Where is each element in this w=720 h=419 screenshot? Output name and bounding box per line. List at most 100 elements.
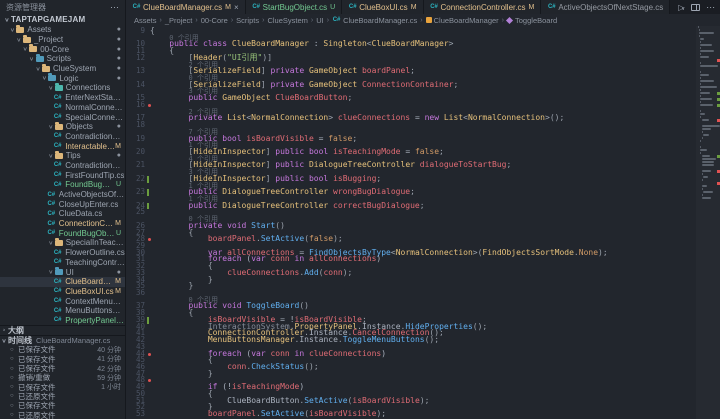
- tree-item[interactable]: C#FoundBugObjectTip...U: [0, 180, 125, 190]
- chevron-down-icon: ∨: [40, 75, 48, 81]
- line-number[interactable]: 23: [126, 189, 150, 196]
- tree-item-label: SpecialInTeaching: [66, 238, 125, 247]
- code-text: public GameObject ClueBoardButton;: [150, 95, 352, 102]
- code-text: {: [150, 48, 174, 55]
- line-number[interactable]: 14: [126, 82, 150, 89]
- line-number[interactable]: 36: [126, 290, 150, 297]
- line-number[interactable]: 20: [126, 149, 150, 156]
- tree-folder-scripts[interactable]: ∨Scripts●: [0, 54, 125, 64]
- tab-ConnectionController.cs[interactable]: C#ConnectionController.csM: [424, 0, 542, 14]
- tree-folder-specialinteaching[interactable]: ∨SpecialInTeaching: [0, 238, 125, 248]
- breadcrumb-symbol[interactable]: ToggleBoard: [515, 16, 557, 25]
- tree-item[interactable]: C#ConnectionControlle...M: [0, 219, 125, 229]
- tree-item[interactable]: C#ClueBoardManager.csM: [0, 277, 125, 287]
- line-number[interactable]: 13: [126, 68, 150, 75]
- code-text: {: [150, 28, 155, 35]
- code-line[interactable]: 10public class ClueBoardManager : Single…: [126, 41, 696, 48]
- code-line[interactable]: 26private void Start(): [126, 223, 696, 230]
- code-editor[interactable]: 9{0 个引用10public class ClueBoardManager :…: [126, 26, 696, 419]
- line-number[interactable]: 21: [126, 162, 150, 169]
- csharp-file-icon: C#: [132, 4, 141, 10]
- code-line[interactable]: 17private List<NormalConnection> clueCon…: [126, 115, 696, 122]
- breadcrumb-segment[interactable]: _Project: [165, 16, 193, 25]
- tree-item-label: ClueSystem: [53, 64, 96, 73]
- line-number[interactable]: 25: [126, 209, 150, 216]
- code-line[interactable]: 42MenuButtonsManager.Instance.ToggleMenu…: [126, 337, 696, 344]
- breadcrumb-file[interactable]: ClueBoardManager.cs: [343, 16, 417, 25]
- code-line[interactable]: 28boardPanel.SetActive(false);: [126, 236, 696, 243]
- tree-folder-00-core[interactable]: ∨00-Core●: [0, 44, 125, 54]
- csharp-file-icon: C#: [53, 250, 62, 256]
- line-number[interactable]: 19: [126, 136, 150, 143]
- code-line[interactable]: 37public void ToggleBoard(): [126, 303, 696, 310]
- tab-ClueBoxUI.cs[interactable]: C#ClueBoxUI.csM: [342, 0, 423, 14]
- tree-item[interactable]: C#NormalConnection.cs: [0, 103, 125, 113]
- outline-section-header[interactable]: › 大纲: [0, 325, 125, 335]
- code-line[interactable]: 47}: [126, 371, 696, 378]
- tree-item[interactable]: C#ContradictionObjects.cs: [0, 132, 125, 142]
- tree-folder-cluesystem[interactable]: ∨ClueSystem●: [0, 64, 125, 74]
- code-line[interactable]: 34}: [126, 277, 696, 284]
- breadcrumb-segment[interactable]: Assets: [134, 16, 157, 25]
- breadcrumb-segment[interactable]: Scripts: [236, 16, 259, 25]
- minimap[interactable]: [696, 26, 720, 419]
- breadcrumb-segment[interactable]: UI: [316, 16, 324, 25]
- code-line[interactable]: 32{: [126, 263, 696, 270]
- tree-folder-ui[interactable]: ∨UI●: [0, 267, 125, 277]
- code-line[interactable]: 35}: [126, 283, 696, 290]
- tree-folder-assets[interactable]: ∨Assets●: [0, 25, 125, 35]
- tree-item[interactable]: C#SpecialConnection.cs: [0, 112, 125, 122]
- tree-folder-objects[interactable]: ∨Objects●: [0, 122, 125, 132]
- minimap-line: [700, 101, 701, 103]
- tab-ClueBoardManager.cs[interactable]: C#ClueBoardManager.csM×: [126, 0, 246, 14]
- code-line[interactable]: 24public DialogueTreeController correctB…: [126, 203, 696, 210]
- minimap-line: [700, 89, 701, 91]
- run-icon[interactable]: ▷∨: [678, 3, 685, 12]
- line-number[interactable]: 18: [126, 122, 150, 129]
- explorer-more-icon[interactable]: ⋯: [110, 2, 119, 13]
- tree-item[interactable]: C#EnterNextStageConnecti...: [0, 93, 125, 103]
- tree-item[interactable]: C#PropertyPanel.cs: [0, 316, 125, 326]
- line-number[interactable]: 53: [126, 411, 150, 418]
- close-icon[interactable]: ×: [234, 3, 239, 12]
- tree-item[interactable]: C#FlowerOutline.cs: [0, 248, 125, 258]
- modified-dot-icon: ●: [117, 152, 125, 159]
- line-number[interactable]: 16: [126, 102, 150, 109]
- csharp-file-icon: C#: [47, 201, 56, 207]
- more-actions-icon[interactable]: ⋯: [706, 2, 715, 13]
- tree-item[interactable]: C#InteractableObject.csM: [0, 141, 125, 151]
- tree-folder-_project[interactable]: ∨_Project●: [0, 35, 125, 45]
- minimap-line: [700, 74, 709, 76]
- tree-item[interactable]: C#ContextMenuManager.cs: [0, 296, 125, 306]
- line-number[interactable]: 12: [126, 55, 150, 62]
- code-line[interactable]: 9{: [126, 28, 696, 35]
- tree-item[interactable]: C#MenuButtonsManager.cs: [0, 306, 125, 316]
- tree-item[interactable]: C#ClueData.cs: [0, 209, 125, 219]
- tree-item[interactable]: C#FoundBugObject.csU: [0, 228, 125, 238]
- tree-folder-connections[interactable]: ∨Connections: [0, 83, 125, 93]
- tab-StartBugObject.cs[interactable]: C#StartBugObject.csU: [246, 0, 343, 14]
- run-dropdown-icon[interactable]: ∨: [681, 6, 685, 12]
- code-line[interactable]: 53boardPanel.SetActive(isBoardVisible);: [126, 411, 696, 418]
- chevron-down-icon: ∨: [3, 16, 11, 22]
- line-number[interactable]: 9: [126, 28, 150, 35]
- csharp-file-icon: C#: [47, 211, 56, 217]
- breadcrumb-segment[interactable]: 00-Core: [201, 16, 228, 25]
- tab-ActiveObjectsOfNextStage.cs[interactable]: C#ActiveObjectsOfNextStage.cs: [541, 0, 670, 14]
- tree-item[interactable]: C#ClueBoxUI.csM: [0, 287, 125, 297]
- tree-item[interactable]: C#TeachingContradiction.cs: [0, 258, 125, 268]
- timeline-item[interactable]: ○已还原文件: [0, 410, 125, 419]
- breadcrumb-segment[interactable]: ClueSystem: [267, 16, 307, 25]
- project-section-header[interactable]: ∨ TAPTAPGAMEJAM: [0, 14, 125, 25]
- tree-folder-tips[interactable]: ∨Tips●: [0, 151, 125, 161]
- code-line[interactable]: 15public GameObject ClueBoardButton;: [126, 95, 696, 102]
- split-editor-icon[interactable]: [691, 4, 700, 11]
- tree-item[interactable]: C#CloseUpEnter.cs: [0, 199, 125, 209]
- tree-item[interactable]: C#ContradictionObjectsFou...: [0, 161, 125, 171]
- tree-item[interactable]: C#ActiveObjectsOfNextStage...: [0, 190, 125, 200]
- breadcrumb-symbol[interactable]: ClueBoardManager: [434, 16, 499, 25]
- code-line[interactable]: 45{: [126, 357, 696, 364]
- line-number[interactable]: 22: [126, 176, 150, 183]
- tree-folder-logic[interactable]: ∨Logic●: [0, 73, 125, 83]
- tree-item[interactable]: C#FirstFoundTip.cs: [0, 170, 125, 180]
